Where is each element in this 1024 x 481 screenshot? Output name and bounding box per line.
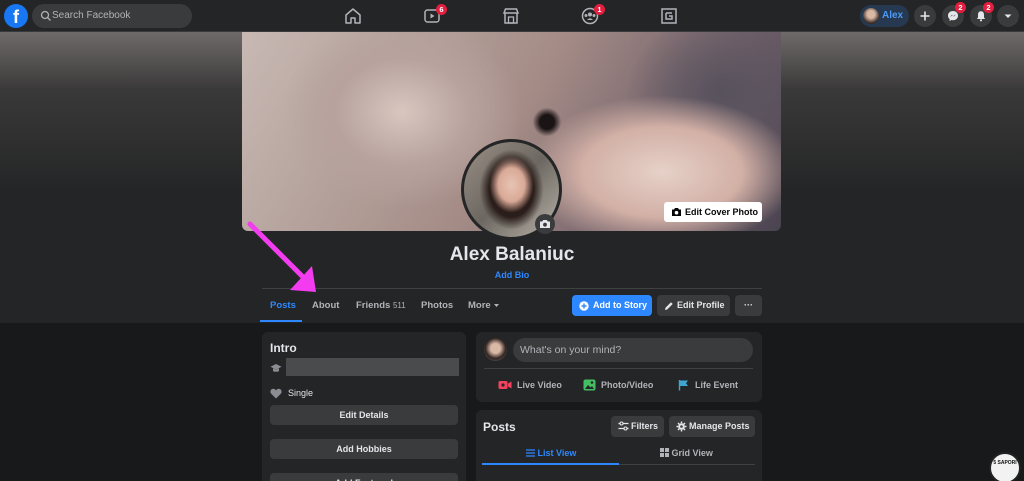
add-featured-button[interactable]: Add Featured: [270, 473, 458, 481]
search-placeholder: Search Facebook: [52, 10, 131, 21]
friends-count: 511: [392, 301, 406, 310]
edit-details-button[interactable]: Edit Details: [270, 405, 458, 425]
posts-section-title: Posts: [483, 420, 516, 434]
pencil-icon: [665, 301, 673, 310]
composer-avatar: [484, 338, 507, 361]
header-divider: [262, 288, 762, 289]
user-profile-chip[interactable]: Alex: [860, 5, 909, 27]
grid-view-label: Grid View: [671, 448, 713, 458]
notifications-badge: 2: [983, 2, 994, 13]
tab-about[interactable]: About: [312, 300, 339, 311]
add-to-story-button[interactable]: Add to Story: [572, 295, 652, 316]
manage-posts-label: Manage Posts: [689, 421, 750, 431]
edit-cover-photo-button[interactable]: Edit Cover Photo: [664, 202, 762, 222]
search-icon: [40, 10, 51, 21]
list-view-label: List View: [537, 448, 577, 458]
top-navigation-bar: f Search Facebook 6 1 Alex 2 2: [0, 0, 1024, 32]
filters-icon: [618, 421, 629, 431]
search-input[interactable]: Search Facebook: [32, 4, 192, 28]
redacted-education-field: [286, 358, 459, 376]
photo-video-label: Photo/Video: [601, 380, 654, 390]
account-menu-button[interactable]: [997, 5, 1019, 27]
watch-badge: 6: [436, 4, 447, 15]
list-icon: [526, 449, 535, 457]
live-video-label: Live Video: [517, 380, 562, 390]
add-to-story-label: Add to Story: [593, 300, 647, 310]
user-name-label: Alex: [882, 10, 904, 21]
tab-photos[interactable]: Photos: [421, 300, 453, 311]
flag-icon: [678, 380, 688, 391]
annotation-arrow-icon: [247, 221, 316, 292]
manage-posts-button[interactable]: Manage Posts: [669, 416, 755, 437]
filters-label: Filters: [631, 421, 659, 431]
live-video-icon: [498, 381, 512, 389]
live-video-button[interactable]: Live Video: [498, 380, 562, 390]
gaming-icon[interactable]: [658, 5, 680, 27]
create-button[interactable]: [914, 5, 936, 27]
home-icon[interactable]: [342, 5, 364, 27]
gear-icon: [676, 421, 687, 432]
photo-icon: [583, 379, 596, 391]
edit-profile-button[interactable]: Edit Profile: [657, 295, 730, 316]
more-dots-icon: ···: [744, 300, 753, 310]
whats-on-your-mind-input[interactable]: What's on your mind?: [513, 338, 753, 362]
messenger-badge: 2: [955, 2, 966, 13]
caret-down-icon: [1004, 14, 1012, 18]
add-bio-link[interactable]: Add Bio: [0, 270, 1024, 280]
intro-title: Intro: [270, 341, 297, 355]
list-view-tab[interactable]: List View: [526, 448, 576, 458]
edit-profile-label: Edit Profile: [677, 300, 725, 310]
tab-posts[interactable]: Posts: [270, 300, 296, 311]
user-avatar: [863, 8, 879, 24]
camera-icon: [672, 208, 681, 216]
composer-divider: [484, 368, 753, 369]
list-view-indicator: [482, 463, 619, 465]
watermark-logo: 5 SAPORI: [989, 452, 1021, 481]
caret-down-icon: [494, 303, 500, 307]
tab-more[interactable]: More: [468, 300, 500, 311]
plus-icon: [920, 11, 930, 21]
life-event-label: Life Event: [695, 380, 739, 390]
camera-icon: [540, 220, 550, 228]
graduation-cap-icon: [270, 364, 282, 372]
watermark-text: 5 SAPORI: [993, 460, 1017, 466]
edit-cover-photo-label: Edit Cover Photo: [685, 207, 759, 217]
profile-picture-camera-button[interactable]: [535, 214, 555, 234]
tab-friends-label: Friends: [356, 300, 391, 311]
grid-view-tab[interactable]: Grid View: [660, 448, 713, 458]
view-tabs-divider: [619, 464, 755, 465]
profile-more-options-button[interactable]: ···: [735, 295, 762, 316]
relationship-status: Single: [288, 388, 314, 398]
heart-icon: [270, 388, 282, 399]
tab-friends[interactable]: Friends 511: [356, 300, 406, 311]
facebook-logo-icon[interactable]: f: [4, 4, 28, 28]
grid-icon: [660, 448, 669, 457]
tab-more-label: More: [468, 300, 491, 311]
plus-circle-icon: [579, 300, 589, 311]
life-event-button[interactable]: Life Event: [678, 380, 739, 391]
photo-video-button[interactable]: Photo/Video: [583, 379, 654, 391]
active-tab-indicator: [260, 320, 302, 322]
marketplace-icon[interactable]: [500, 5, 522, 27]
groups-badge: 1: [594, 4, 605, 15]
profile-name: Alex Balaniuc: [449, 244, 575, 265]
add-hobbies-button[interactable]: Add Hobbies: [270, 439, 458, 459]
filters-button[interactable]: Filters: [611, 416, 664, 437]
